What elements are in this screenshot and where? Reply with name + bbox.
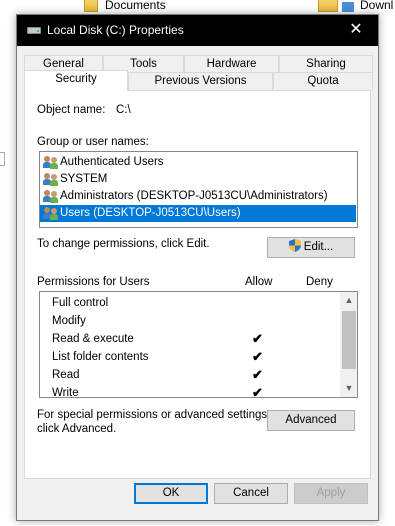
permission-name: List folder contents: [52, 351, 149, 363]
edit-button-label: Edit...: [303, 241, 334, 253]
drive-icon: [27, 25, 41, 35]
allow-column-header: Allow: [245, 276, 273, 288]
deny-column-header: Deny: [306, 276, 333, 288]
allow-checkmark-icon: ✔: [252, 367, 263, 382]
ok-button[interactable]: OK: [134, 483, 208, 504]
permission-name: Read & execute: [52, 333, 134, 345]
object-name-value: C:\: [116, 104, 131, 116]
allow-checkmark-icon: ✔: [252, 385, 263, 398]
object-name-label: Object name:: [37, 104, 106, 116]
group-list[interactable]: Authenticated Users SYSTEM Administrators …: [39, 151, 358, 228]
tab-row-2: Security Previous Versions Quota: [24, 70, 373, 91]
background-partial-control: [0, 152, 5, 166]
group-list-item-label: SYSTEM: [60, 173, 108, 185]
title-bar[interactable]: Local Disk (C:) Properties ✕: [17, 15, 378, 46]
tab-quota[interactable]: Quota: [273, 72, 373, 91]
users-group-icon: [43, 190, 59, 203]
advanced-button[interactable]: Advanced: [267, 410, 355, 431]
properties-dialog: Local Disk (C:) Properties ✕ General Too…: [16, 14, 379, 521]
permission-name: Read: [52, 369, 80, 381]
tab-security[interactable]: Security: [24, 70, 128, 91]
permission-row: Write ✔: [40, 384, 357, 398]
permission-row: Read ✔: [40, 366, 357, 384]
apply-button[interactable]: Apply: [294, 483, 368, 504]
background-download-icon: [342, 2, 354, 12]
close-button[interactable]: ✕: [334, 15, 378, 46]
tab-previous-versions[interactable]: Previous Versions: [128, 72, 273, 91]
background-folder-icon: [84, 0, 98, 12]
permissions-for-label: Permissions for Users: [37, 276, 150, 288]
group-list-item[interactable]: Administrators (DESKTOP-J0513CU\Administ…: [40, 188, 357, 205]
permissions-scrollbar[interactable]: ▲ ▼: [340, 292, 357, 397]
security-panel: Object name: C:\ Group or user names: Au…: [24, 90, 371, 479]
permission-name: Full control: [52, 297, 109, 309]
group-list-item[interactable]: Users (DESKTOP-J0513CU\Users): [40, 205, 356, 222]
background-downloads-label[interactable]: Downl: [360, 0, 393, 12]
permissions-list[interactable]: Full control Modify Read & execute ✔ List fo…: [39, 291, 358, 398]
dialog-title: Local Disk (C:) Properties: [47, 23, 184, 37]
allow-checkmark-icon: ✔: [252, 349, 263, 364]
special-permissions-hint-line1: For special permissions or advanced sett…: [37, 409, 271, 421]
users-group-icon: [43, 207, 59, 220]
special-permissions-hint-line2: click Advanced.: [37, 423, 117, 435]
edit-button[interactable]: Edit...: [267, 237, 355, 258]
cancel-button[interactable]: Cancel: [214, 483, 288, 504]
users-group-icon: [43, 156, 59, 169]
group-list-item[interactable]: SYSTEM: [40, 171, 357, 188]
group-names-label: Group or user names:: [37, 136, 149, 148]
scroll-thumb[interactable]: [342, 311, 356, 369]
close-icon: ✕: [349, 21, 363, 38]
group-list-item-label: Authenticated Users: [60, 156, 164, 168]
permission-row: List folder contents ✔: [40, 348, 357, 366]
permission-name: Write: [52, 387, 79, 398]
change-permissions-hint: To change permissions, click Edit.: [37, 238, 210, 250]
permission-name: Modify: [52, 315, 86, 327]
group-list-item[interactable]: Authenticated Users: [40, 154, 357, 171]
background-folder-icon: [318, 0, 338, 12]
permission-row: Read & execute ✔: [40, 330, 357, 348]
background-documents-label[interactable]: Documents: [105, 0, 166, 12]
users-group-icon: [43, 173, 59, 186]
scroll-up-arrow-icon[interactable]: ▲: [341, 292, 357, 309]
scroll-down-arrow-icon[interactable]: ▼: [341, 380, 357, 397]
group-list-item-label: Administrators (DESKTOP-J0513CU\Administ…: [60, 190, 328, 202]
uac-shield-icon: [288, 239, 301, 252]
permission-row: Full control: [40, 294, 357, 312]
group-list-item-label: Users (DESKTOP-J0513CU\Users): [60, 207, 241, 219]
permission-row: Modify: [40, 312, 357, 330]
allow-checkmark-icon: ✔: [252, 331, 263, 346]
